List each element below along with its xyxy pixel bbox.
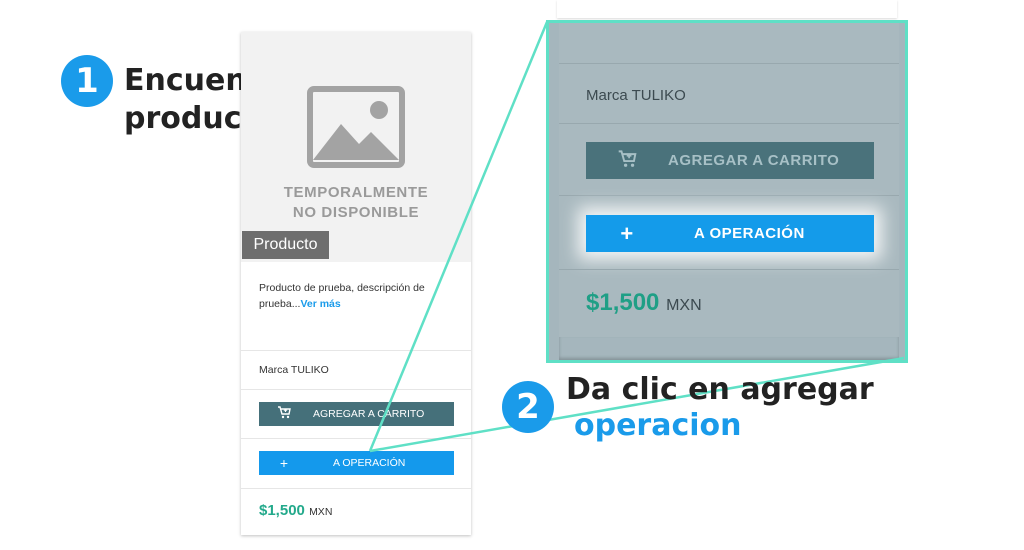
step-2-title-line1: Da clic en agregar: [566, 372, 874, 407]
step-2-title-line2: operacion: [574, 408, 742, 443]
step-2-badge: 2: [502, 381, 554, 433]
step-2-number: 2: [516, 387, 540, 427]
zoom-connector-lines: [368, 21, 905, 453]
step-2-title: Da clic en agregar operacion: [566, 372, 874, 444]
